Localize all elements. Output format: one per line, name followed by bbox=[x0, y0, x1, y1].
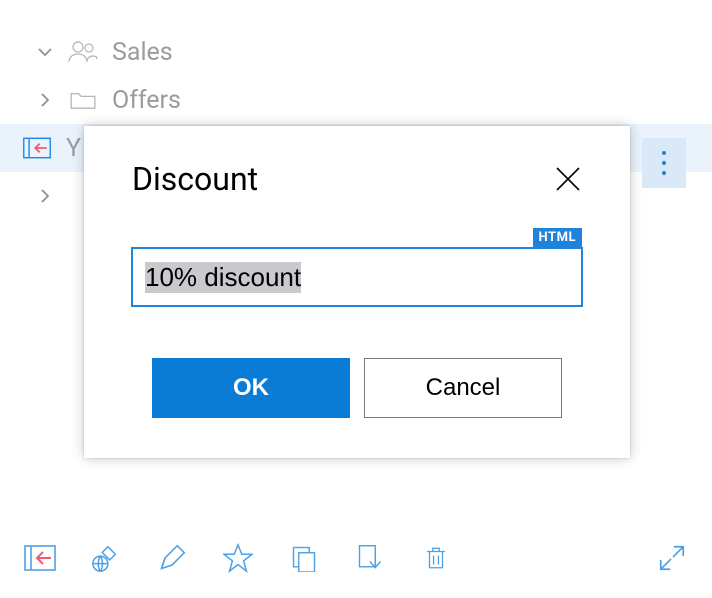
discount-input[interactable] bbox=[132, 248, 582, 306]
kebab-icon bbox=[662, 151, 666, 155]
field-type-badge: HTML bbox=[533, 228, 582, 247]
dialog-title: Discount bbox=[132, 160, 258, 198]
folder-icon bbox=[68, 88, 98, 112]
ok-button[interactable]: OK bbox=[152, 358, 350, 418]
tree-item-label: Y bbox=[66, 134, 81, 163]
tree-item-label: Offers bbox=[112, 86, 181, 115]
tree-item-offers[interactable]: Offers bbox=[0, 76, 712, 124]
chevron-right-icon bbox=[36, 91, 54, 109]
pencil-icon[interactable] bbox=[156, 542, 188, 574]
copy-icon[interactable] bbox=[288, 542, 320, 574]
cancel-button[interactable]: Cancel bbox=[364, 358, 562, 418]
expand-icon[interactable] bbox=[656, 542, 688, 574]
globe-pen-icon[interactable] bbox=[90, 542, 122, 574]
more-options-button[interactable] bbox=[642, 138, 686, 188]
folder-arrow-icon bbox=[22, 136, 52, 160]
download-icon[interactable] bbox=[354, 542, 386, 574]
close-icon[interactable] bbox=[554, 165, 582, 193]
star-icon[interactable] bbox=[222, 542, 254, 574]
discount-dialog: Discount HTML OK Cancel bbox=[84, 126, 630, 458]
tree-item-sales[interactable]: Sales bbox=[0, 28, 712, 76]
chevron-right-icon bbox=[36, 187, 54, 205]
panel-arrow-icon[interactable] bbox=[24, 542, 56, 574]
tree-item-label: Sales bbox=[112, 38, 173, 67]
chevron-down-icon bbox=[36, 43, 54, 61]
bottom-toolbar bbox=[0, 536, 712, 580]
people-icon bbox=[68, 40, 98, 64]
trash-icon[interactable] bbox=[420, 542, 452, 574]
